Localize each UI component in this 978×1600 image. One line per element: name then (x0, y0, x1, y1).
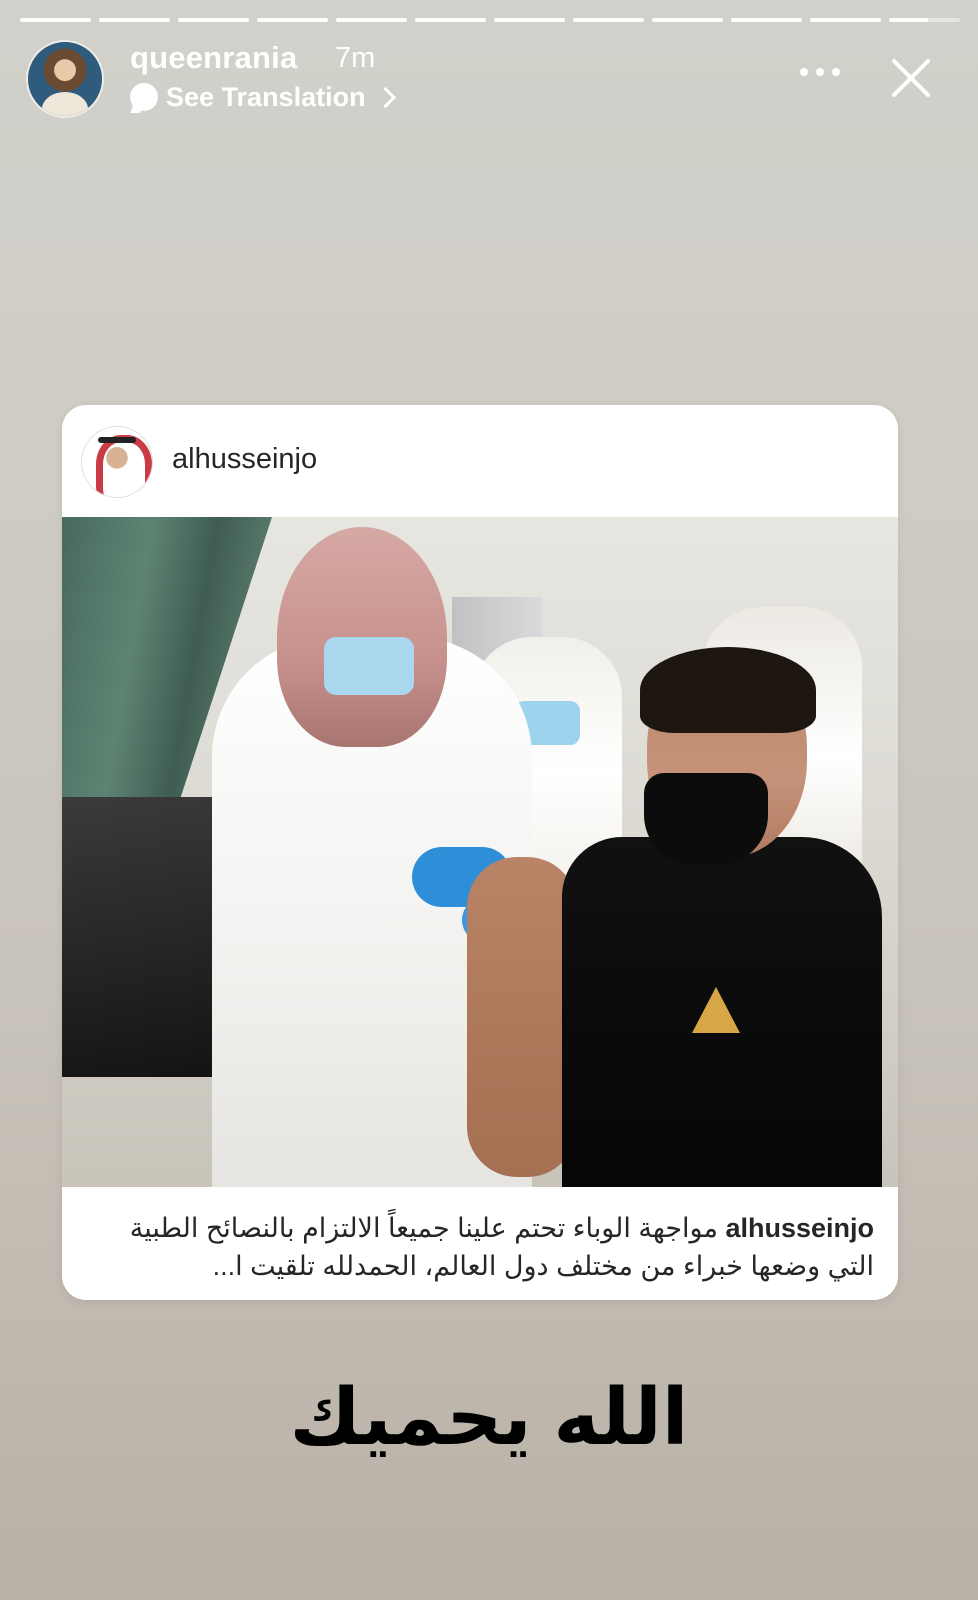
avatar-keffiyeh (96, 435, 152, 497)
progress-segment (494, 18, 565, 22)
shirt-logo (692, 987, 740, 1033)
story-timestamp: 7m (335, 42, 376, 74)
profile-avatar[interactable] (28, 42, 102, 116)
chevron-right-icon (374, 86, 396, 108)
see-translation-button[interactable]: See Translation (130, 80, 396, 114)
shared-post-header: alhusseinjo (62, 405, 898, 517)
progress-segment (415, 18, 486, 22)
story-username[interactable]: queenrania (130, 40, 297, 76)
shared-post-card[interactable]: alhusseinjo alhusseinjo مواجهة الوباء تح… (62, 405, 898, 1300)
dot (800, 68, 808, 76)
story-overlay-text: الله يحميك (289, 1373, 689, 1461)
dot (832, 68, 840, 76)
caption-username[interactable]: alhusseinjo (725, 1213, 874, 1243)
progress-segment (652, 18, 723, 22)
progress-segment (257, 18, 328, 22)
shared-post-caption: alhusseinjo مواجهة الوباء تحتم علينا جمي… (62, 1187, 898, 1300)
progress-segment (20, 18, 91, 22)
progress-segment (336, 18, 407, 22)
photo-patient-hair (640, 647, 816, 733)
avatar-portrait (42, 92, 88, 116)
progress-segment (178, 18, 249, 22)
dot (816, 68, 824, 76)
close-icon[interactable] (885, 52, 937, 104)
shared-post-photo[interactable] (62, 517, 898, 1187)
speech-bubble-icon (130, 83, 158, 111)
photo-patient-arm (467, 857, 577, 1177)
progress-segment (810, 18, 881, 22)
photo-nurse-mask (324, 637, 414, 695)
more-options-icon[interactable] (800, 62, 840, 82)
progress-segment (573, 18, 644, 22)
see-translation-label: See Translation (166, 81, 366, 112)
photo-patient-mask (644, 773, 768, 865)
progress-segment (731, 18, 802, 22)
story-progress-bar (20, 18, 960, 22)
shared-post-avatar[interactable] (82, 427, 152, 497)
progress-segment (99, 18, 170, 22)
avatar-agal (98, 437, 136, 443)
progress-segment-active (889, 18, 960, 22)
shared-post-username[interactable]: alhusseinjo (172, 443, 317, 476)
